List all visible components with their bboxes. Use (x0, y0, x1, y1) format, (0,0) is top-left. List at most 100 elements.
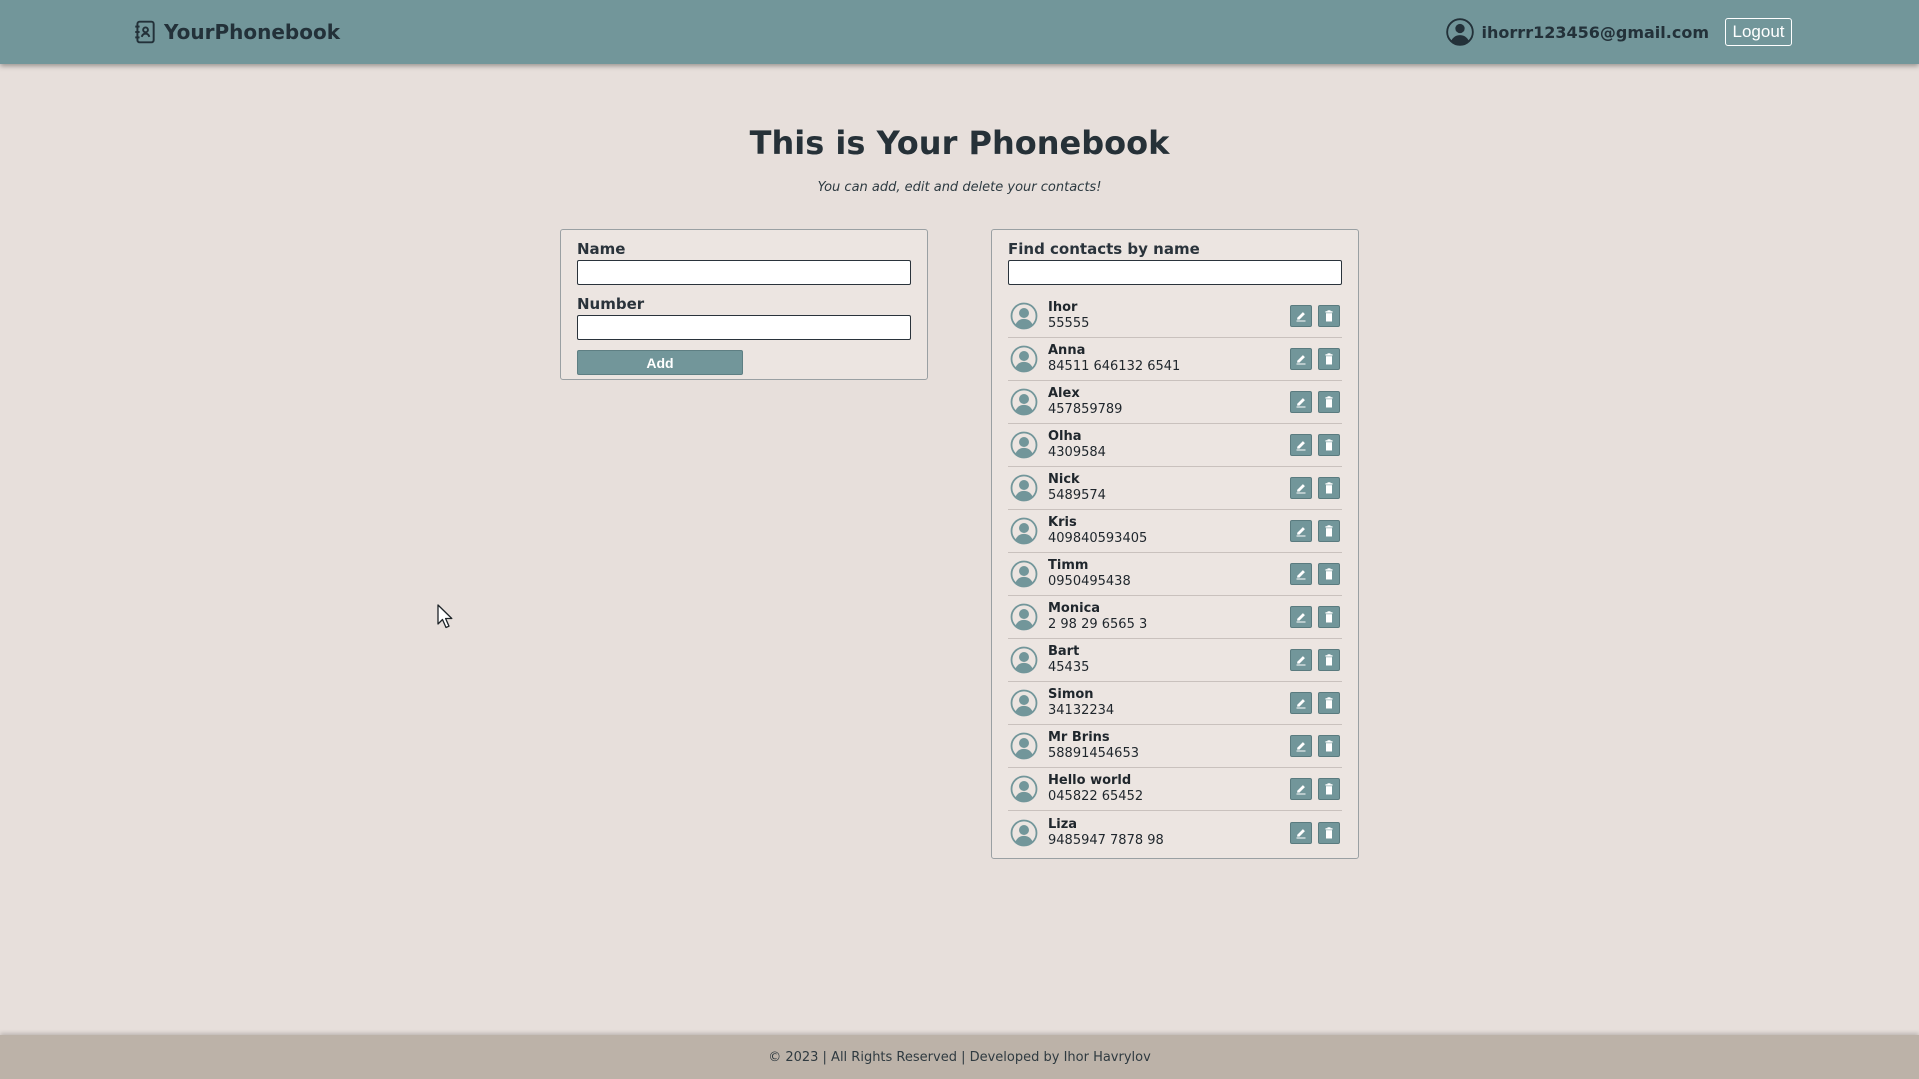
contact-name: Anna (1048, 343, 1086, 358)
trash-icon (1325, 525, 1333, 537)
edit-button[interactable] (1290, 391, 1312, 413)
contact-number: 34132234 (1048, 703, 1115, 718)
trash-icon (1325, 439, 1333, 451)
contact-row: Nick 5489574 (1008, 467, 1342, 510)
avatar-icon (1010, 431, 1038, 459)
contact-row: Mr Brins 58891454653 (1008, 725, 1342, 768)
contact-info: Mr Brins 58891454653 (1048, 730, 1284, 762)
contact-actions (1284, 778, 1340, 800)
delete-button[interactable] (1318, 649, 1340, 671)
trash-icon (1325, 611, 1333, 623)
edit-button[interactable] (1290, 649, 1312, 671)
pencil-icon (1296, 828, 1306, 838)
avatar-icon (1010, 302, 1038, 330)
pencil-icon (1296, 484, 1306, 494)
add-contact-form: Name Number Add (560, 229, 928, 380)
delete-button[interactable] (1318, 778, 1340, 800)
contact-name: Simon (1048, 687, 1094, 702)
contact-info: Simon 34132234 (1048, 687, 1284, 719)
delete-button[interactable] (1318, 520, 1340, 542)
avatar-icon (1010, 689, 1038, 717)
contact-name: Bart (1048, 644, 1080, 659)
edit-button[interactable] (1290, 434, 1312, 456)
trash-icon (1325, 482, 1333, 494)
contact-number: 409840593405 (1048, 531, 1148, 546)
name-input[interactable] (577, 260, 911, 285)
pencil-icon (1296, 527, 1306, 537)
contact-actions (1284, 305, 1340, 327)
trash-icon (1325, 568, 1333, 580)
contact-info: Liza 9485947 7878 98 (1048, 817, 1284, 849)
contact-row: Bart 45435 (1008, 639, 1342, 682)
contact-actions (1284, 348, 1340, 370)
delete-button[interactable] (1318, 606, 1340, 628)
contact-info: Anna 84511 646132 6541 (1048, 343, 1284, 375)
contact-number: 9485947 7878 98 (1048, 832, 1164, 848)
edit-button[interactable] (1290, 563, 1312, 585)
edit-button[interactable] (1290, 692, 1312, 714)
pencil-icon (1296, 656, 1306, 666)
contact-info: Timm 0950495438 (1048, 558, 1284, 590)
logo-text: YourPhonebook (164, 20, 341, 44)
trash-icon (1325, 697, 1333, 709)
page-title: This is Your Phonebook (749, 124, 1170, 162)
contact-actions (1284, 649, 1340, 671)
contact-actions (1284, 821, 1340, 844)
trash-icon (1325, 310, 1333, 322)
avatar-icon (1010, 560, 1038, 588)
pencil-icon (1296, 570, 1306, 580)
contact-info: Ihor 55555 (1048, 300, 1284, 332)
avatar-icon (1010, 603, 1038, 631)
delete-button[interactable] (1318, 305, 1340, 327)
contact-row: Ihor 55555 (1008, 295, 1342, 338)
contact-number: 457859789 (1048, 402, 1123, 417)
pencil-icon (1296, 785, 1306, 795)
edit-button[interactable] (1290, 821, 1312, 844)
contact-name: Timm (1048, 558, 1089, 573)
logo[interactable]: YourPhonebook (132, 0, 340, 64)
delete-button[interactable] (1318, 692, 1340, 714)
edit-button[interactable] (1290, 520, 1312, 542)
contact-name: Kris (1048, 515, 1077, 530)
delete-button[interactable] (1318, 348, 1340, 370)
avatar-icon (1010, 646, 1038, 674)
delete-button[interactable] (1318, 735, 1340, 757)
contact-actions (1284, 692, 1340, 714)
edit-button[interactable] (1290, 778, 1312, 800)
name-label: Name (577, 240, 626, 258)
avatar-icon (1010, 345, 1038, 373)
add-button[interactable]: Add (577, 350, 743, 375)
page-subtitle: You can add, edit and delete your contac… (817, 180, 1102, 195)
delete-button[interactable] (1318, 391, 1340, 413)
trash-icon (1325, 353, 1333, 365)
delete-button[interactable] (1318, 563, 1340, 585)
contact-actions (1284, 477, 1340, 499)
contact-number: 2 98 29 6565 3 (1048, 617, 1148, 632)
edit-button[interactable] (1290, 305, 1312, 327)
logout-button[interactable]: Logout (1725, 18, 1792, 46)
contact-actions (1284, 735, 1340, 757)
search-input[interactable] (1008, 260, 1342, 285)
number-input[interactable] (577, 315, 911, 340)
edit-button[interactable] (1290, 606, 1312, 628)
page-footer: © 2023 | All Rights Reserved | Developed… (0, 1035, 1919, 1079)
delete-button[interactable] (1318, 434, 1340, 456)
contact-name: Nick (1048, 472, 1080, 487)
trash-icon (1325, 826, 1333, 838)
contact-actions (1284, 391, 1340, 413)
contact-name: Alex (1048, 386, 1080, 401)
edit-button[interactable] (1290, 735, 1312, 757)
delete-button[interactable] (1318, 821, 1340, 844)
footer-text: © 2023 | All Rights Reserved | Developed… (768, 1049, 1151, 1065)
contact-name: Olha (1048, 429, 1082, 444)
contacts-panel: Find contacts by name Ihor 55555 Anna 84… (991, 229, 1359, 859)
contact-name: Liza (1048, 816, 1078, 832)
edit-button[interactable] (1290, 477, 1312, 499)
contact-row: Kris 409840593405 (1008, 510, 1342, 553)
contact-number: 58891454653 (1048, 746, 1139, 761)
edit-button[interactable] (1290, 348, 1312, 370)
trash-icon (1325, 783, 1333, 795)
contact-info: Monica 2 98 29 6565 3 (1048, 601, 1284, 633)
delete-button[interactable] (1318, 477, 1340, 499)
user-email: ihorrr123456@gmail.com (1481, 22, 1709, 42)
